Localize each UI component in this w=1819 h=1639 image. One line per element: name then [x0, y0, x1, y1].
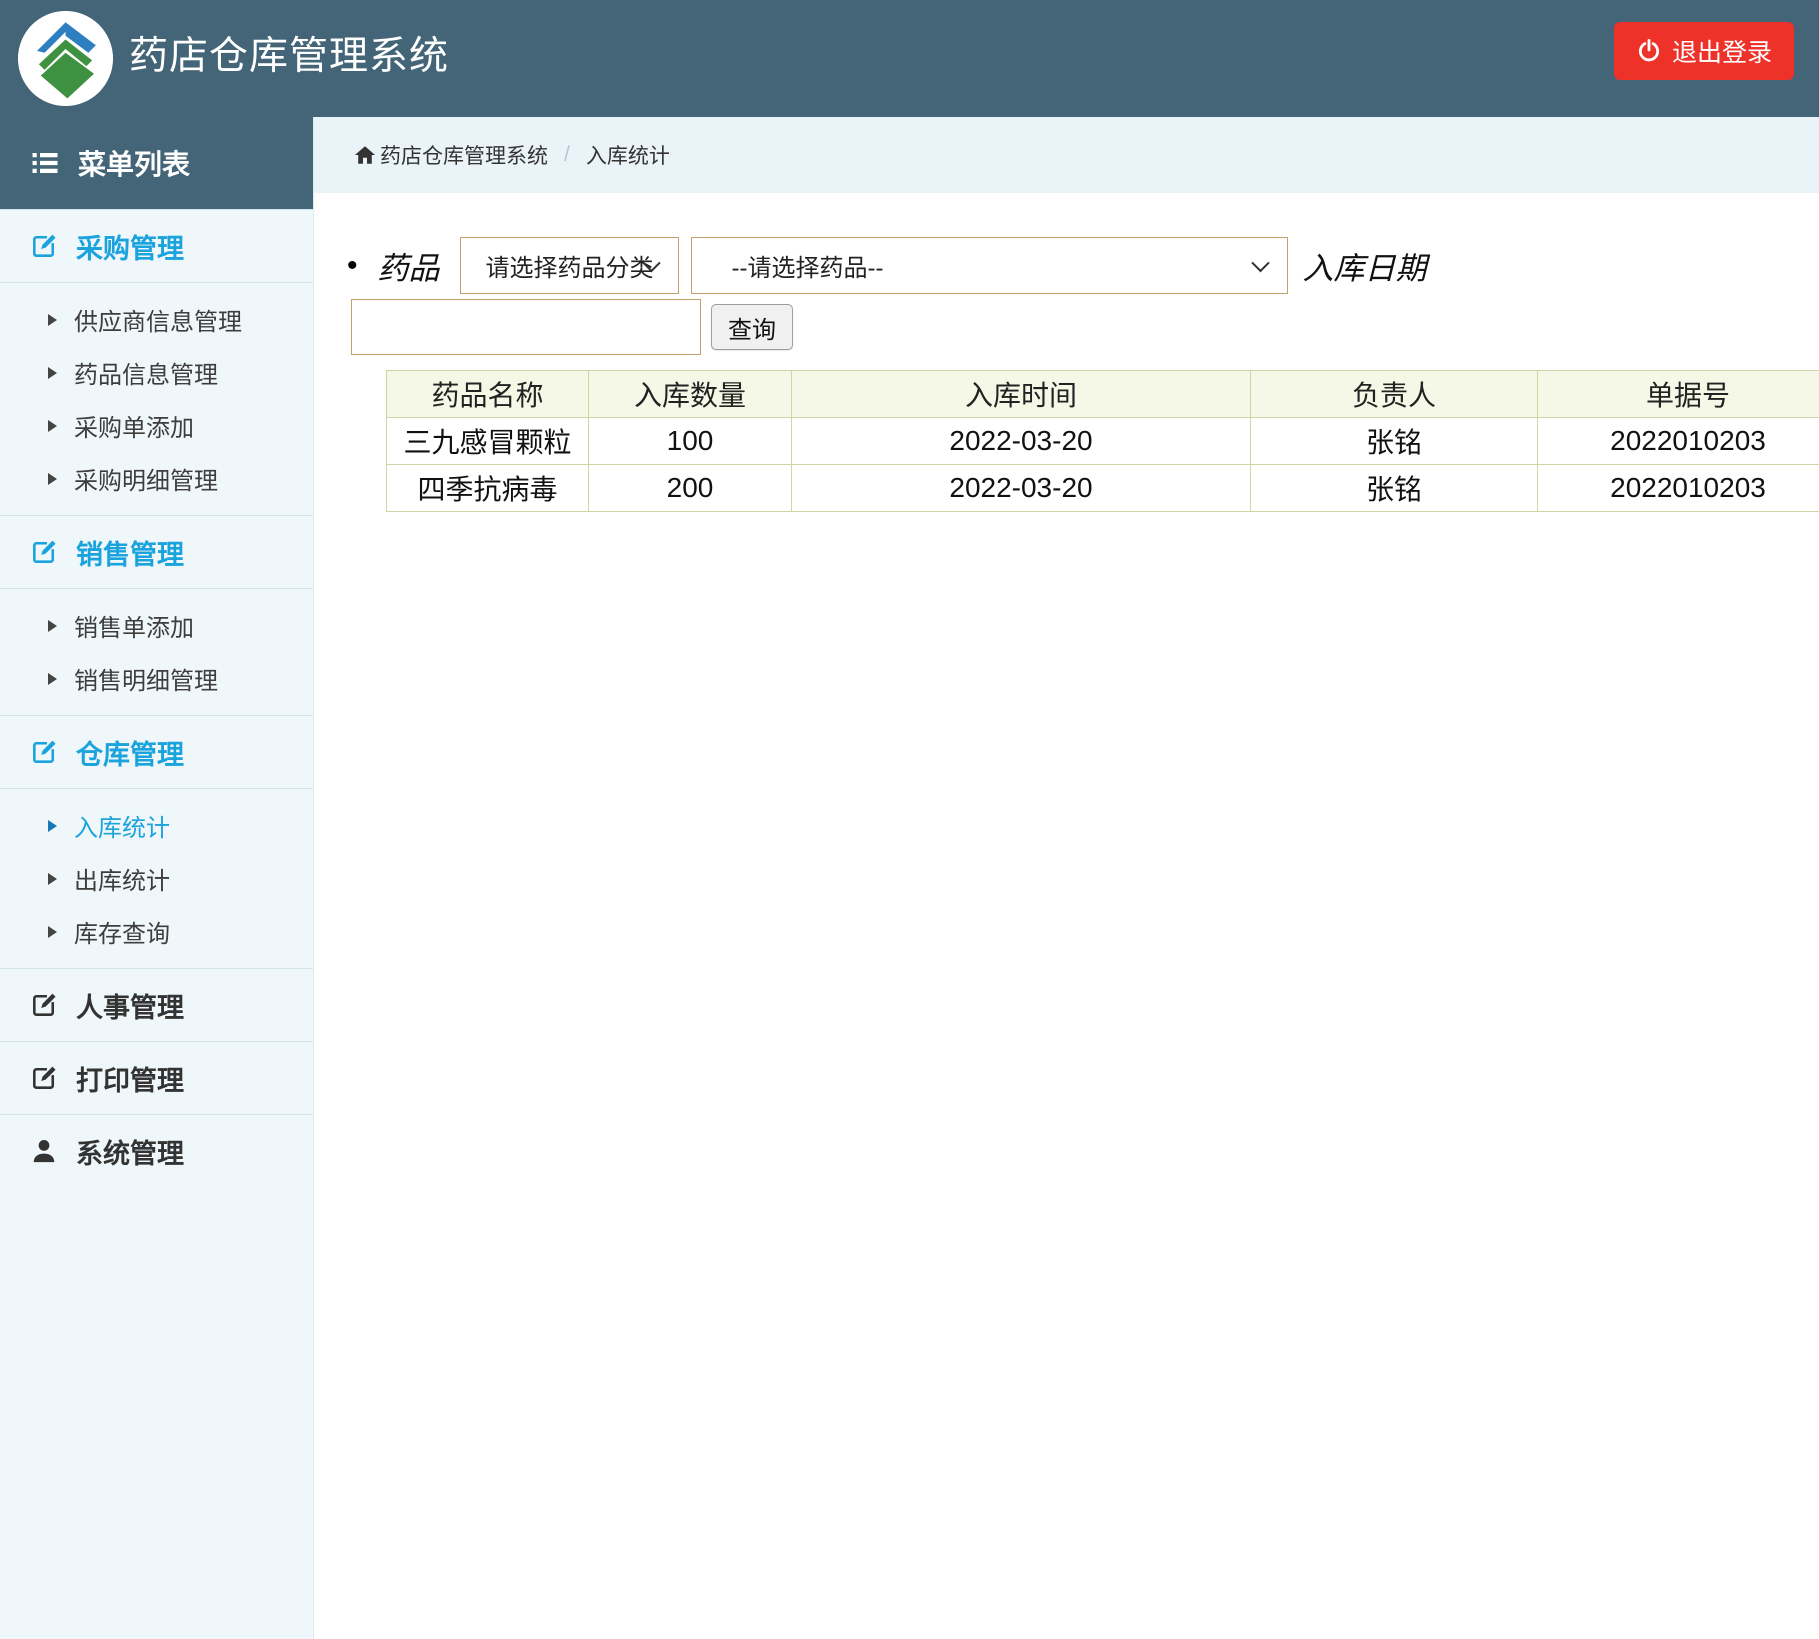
sidebar-section-仓库管理[interactable]: 仓库管理 — [0, 715, 313, 788]
caret-right-icon — [48, 820, 57, 832]
list-icon — [30, 148, 60, 178]
caret-right-icon — [48, 420, 57, 432]
sidebar-item-label: 采购明细管理 — [74, 461, 218, 496]
sidebar-item-label: 销售明细管理 — [74, 661, 218, 696]
breadcrumb: 药店仓库管理系统 / 入库统计 — [314, 117, 1819, 193]
sidebar-section-销售管理[interactable]: 销售管理 — [0, 515, 313, 588]
sidebar-item-销售明细管理[interactable]: 销售明细管理 — [0, 652, 313, 705]
filter-row-selects: • 药品 请选择药品分类 --请选择药品-- 入库日期 — [347, 237, 1819, 294]
sidebar-section-label: 人事管理 — [76, 986, 184, 1025]
table-cell: 2022-03-20 — [792, 418, 1251, 465]
sidebar-section-人事管理[interactable]: 人事管理 — [0, 968, 313, 1041]
app-logo — [18, 11, 113, 106]
drug-select[interactable]: --请选择药品-- — [691, 237, 1288, 294]
drug-filter-bullet: • — [347, 251, 358, 281]
app-header: 药店仓库管理系统 退出登录 — [0, 0, 1819, 117]
sidebar-item-出库统计[interactable]: 出库统计 — [0, 852, 313, 905]
caret-right-icon — [48, 873, 57, 885]
sidebar: 菜单列表 采购管理供应商信息管理药品信息管理采购单添加采购明细管理销售管理销售单… — [0, 117, 314, 1639]
mountain-book-logo-icon — [18, 11, 113, 106]
table-cell: 2022010203 — [1538, 465, 1819, 512]
sidebar-section-打印管理[interactable]: 打印管理 — [0, 1041, 313, 1114]
table-column-header: 入库时间 — [792, 371, 1251, 418]
edit-icon — [30, 232, 58, 260]
caret-right-icon — [48, 314, 57, 326]
caret-right-icon — [48, 620, 57, 632]
caret-right-icon — [48, 926, 57, 938]
table-column-header: 负责人 — [1251, 371, 1538, 418]
edit-icon — [30, 538, 58, 566]
query-button[interactable]: 查询 — [711, 304, 793, 350]
power-icon — [1636, 38, 1662, 64]
sidebar-item-label: 入库统计 — [74, 808, 170, 843]
caret-right-icon — [48, 473, 57, 485]
table-cell: 100 — [589, 418, 792, 465]
sidebar-item-药品信息管理[interactable]: 药品信息管理 — [0, 346, 313, 399]
sidebar-subsection-list: 入库统计出库统计库存查询 — [0, 788, 313, 968]
sidebar-item-label: 药品信息管理 — [74, 355, 218, 390]
storage-date-input[interactable] — [351, 299, 701, 355]
sidebar-menu-title: 菜单列表 — [78, 143, 190, 183]
home-icon — [354, 144, 376, 166]
storage-records-table: 药品名称入库数量入库时间负责人单据号 三九感冒颗粒1002022-03-20张铭… — [386, 370, 1819, 512]
table-header-row: 药品名称入库数量入库时间负责人单据号 — [387, 371, 1819, 418]
table-cell: 200 — [589, 465, 792, 512]
sidebar-item-label: 供应商信息管理 — [74, 302, 242, 337]
sidebar-menu-header: 菜单列表 — [0, 117, 313, 209]
filter-area: • 药品 请选择药品分类 --请选择药品-- 入库日期 查询 药品名称入库数量入… — [314, 193, 1819, 512]
sidebar-section-label: 仓库管理 — [76, 733, 184, 772]
sidebar-item-入库统计[interactable]: 入库统计 — [0, 799, 313, 852]
sidebar-sections: 采购管理供应商信息管理药品信息管理采购单添加采购明细管理销售管理销售单添加销售明… — [0, 209, 313, 1187]
caret-right-icon — [48, 673, 57, 685]
breadcrumb-home-link[interactable]: 药店仓库管理系统 — [380, 140, 548, 170]
table-cell: 三九感冒颗粒 — [387, 418, 589, 465]
sidebar-section-label: 系统管理 — [76, 1132, 184, 1171]
table-row: 四季抗病毒2002022-03-20张铭2022010203 — [387, 465, 1819, 512]
sidebar-section-label: 销售管理 — [76, 533, 184, 572]
logout-label: 退出登录 — [1672, 33, 1772, 69]
sidebar-item-label: 出库统计 — [74, 861, 170, 896]
sidebar-item-label: 销售单添加 — [74, 608, 194, 643]
sidebar-section-label: 打印管理 — [76, 1059, 184, 1098]
caret-right-icon — [48, 367, 57, 379]
breadcrumb-current: 入库统计 — [586, 140, 670, 170]
table-column-header: 入库数量 — [589, 371, 792, 418]
table-cell: 2022-03-20 — [792, 465, 1251, 512]
sidebar-subsection-list: 销售单添加销售明细管理 — [0, 588, 313, 715]
table-row: 三九感冒颗粒1002022-03-20张铭2022010203 — [387, 418, 1819, 465]
chevron-down-icon — [1251, 253, 1269, 271]
sidebar-item-供应商信息管理[interactable]: 供应商信息管理 — [0, 293, 313, 346]
sidebar-section-label: 采购管理 — [76, 227, 184, 266]
sidebar-subsection-list: 供应商信息管理药品信息管理采购单添加采购明细管理 — [0, 282, 313, 515]
table-column-header: 单据号 — [1538, 371, 1819, 418]
sidebar-section-系统管理[interactable]: 系统管理 — [0, 1114, 313, 1187]
page-title: 药店仓库管理系统 — [129, 0, 449, 114]
table-cell: 2022010203 — [1538, 418, 1819, 465]
table-cell: 四季抗病毒 — [387, 465, 589, 512]
edit-icon — [30, 738, 58, 766]
edit-icon — [30, 1064, 58, 1092]
storage-date-label: 入库日期 — [1303, 243, 1427, 288]
sidebar-item-库存查询[interactable]: 库存查询 — [0, 905, 313, 958]
sidebar-item-label: 采购单添加 — [74, 408, 194, 443]
filter-row-query: 查询 — [351, 299, 1819, 355]
sidebar-item-label: 库存查询 — [74, 914, 170, 949]
main-content: 药店仓库管理系统 / 入库统计 • 药品 请选择药品分类 --请选择药品-- 入… — [314, 117, 1819, 1639]
drug-category-select-value: 请选择药品分类 — [486, 248, 654, 283]
sidebar-item-采购明细管理[interactable]: 采购明细管理 — [0, 452, 313, 505]
breadcrumb-separator: / — [564, 143, 570, 167]
logout-button[interactable]: 退出登录 — [1614, 22, 1794, 80]
sidebar-section-采购管理[interactable]: 采购管理 — [0, 209, 313, 282]
drug-select-value: --请选择药品-- — [732, 248, 884, 283]
table-column-header: 药品名称 — [387, 371, 589, 418]
table-cell: 张铭 — [1251, 418, 1538, 465]
sidebar-item-销售单添加[interactable]: 销售单添加 — [0, 599, 313, 652]
drug-filter-label: 药品 — [378, 243, 440, 288]
user-icon — [30, 1137, 58, 1165]
drug-category-select[interactable]: 请选择药品分类 — [460, 237, 679, 294]
edit-icon — [30, 991, 58, 1019]
table-cell: 张铭 — [1251, 465, 1538, 512]
sidebar-item-采购单添加[interactable]: 采购单添加 — [0, 399, 313, 452]
